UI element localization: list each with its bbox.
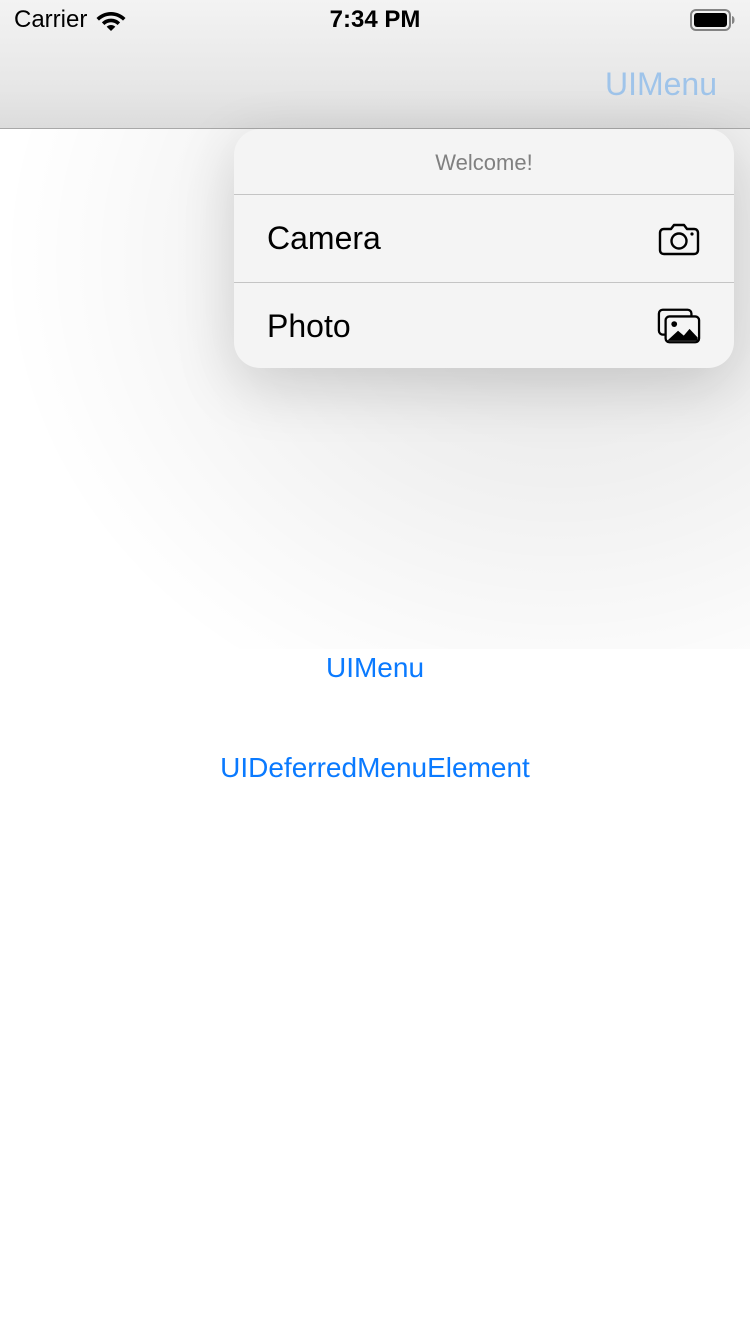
menu-title: Welcome! [234, 129, 734, 195]
uimenu-button[interactable]: UIMenu [0, 650, 750, 686]
battery-icon [690, 9, 736, 31]
clock: 7:34 PM [329, 6, 421, 33]
context-menu: Welcome! Camera Photo [234, 129, 734, 368]
menu-item-camera[interactable]: Camera [234, 195, 734, 282]
photo-icon [657, 308, 701, 344]
nav-uimenu-button[interactable]: UIMenu [605, 64, 717, 104]
camera-icon [657, 221, 701, 257]
menu-item-photo[interactable]: Photo [234, 282, 734, 368]
menu-item-label: Camera [267, 220, 381, 256]
status-bar: Carrier 7:34 PM [0, 0, 750, 40]
menu-item-label: Photo [267, 307, 351, 344]
deferred-menu-element-button[interactable]: UIDeferredMenuElement [0, 750, 750, 786]
